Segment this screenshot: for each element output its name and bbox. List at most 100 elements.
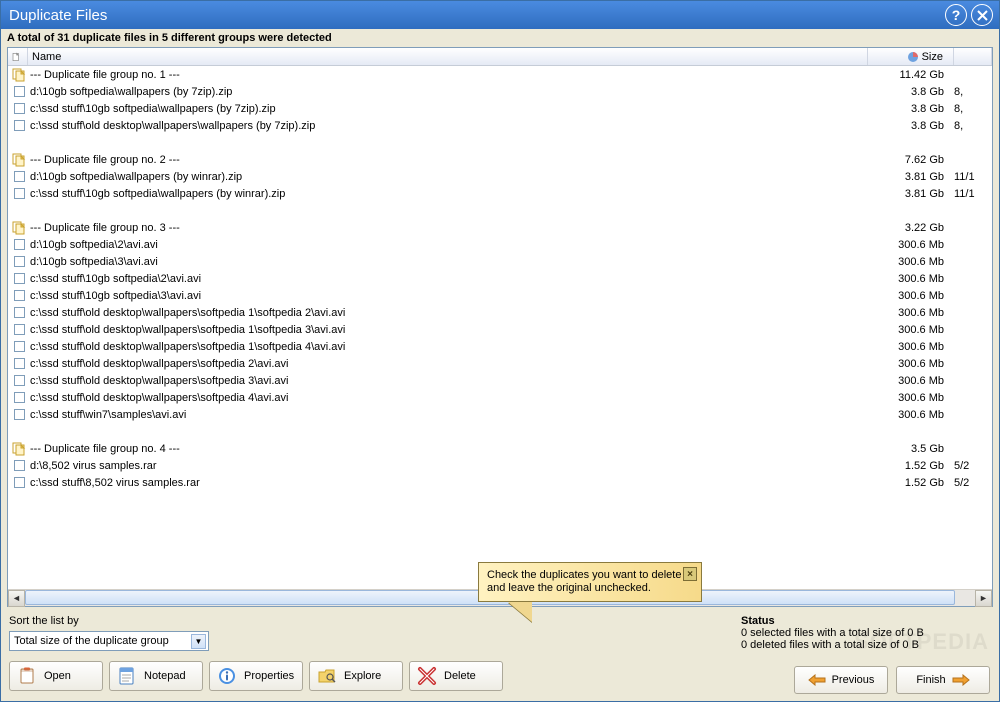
sort-value: Total size of the duplicate group bbox=[14, 635, 169, 647]
column-header-icon[interactable] bbox=[8, 48, 28, 65]
file-size: 300.6 Mb bbox=[868, 239, 954, 251]
group-header-row[interactable]: --- Duplicate file group no. 4 ---3.5 Gb bbox=[8, 440, 992, 457]
explore-button[interactable]: Explore bbox=[309, 661, 403, 691]
file-checkbox[interactable] bbox=[10, 341, 28, 352]
file-checkbox[interactable] bbox=[10, 477, 28, 488]
file-row[interactable]: c:\ssd stuff\old desktop\wallpapers\soft… bbox=[8, 372, 992, 389]
file-checkbox[interactable] bbox=[10, 86, 28, 97]
file-date: 5/2 bbox=[954, 477, 992, 489]
file-row[interactable]: c:\ssd stuff\10gb softpedia\2\avi.avi300… bbox=[8, 270, 992, 287]
file-size: 3.5 Gb bbox=[868, 443, 954, 455]
help-button[interactable]: ? bbox=[945, 4, 967, 26]
column-header-size[interactable]: Size bbox=[868, 48, 954, 65]
file-row[interactable]: c:\ssd stuff\win7\samples\avi.avi300.6 M… bbox=[8, 406, 992, 423]
group-name: --- Duplicate file group no. 1 --- bbox=[28, 69, 868, 81]
scroll-right-button[interactable]: ► bbox=[975, 590, 992, 607]
summary-text: A total of 31 duplicate files in 5 diffe… bbox=[1, 29, 999, 47]
file-row[interactable]: c:\ssd stuff\old desktop\wallpapers\soft… bbox=[8, 389, 992, 406]
file-checkbox[interactable] bbox=[10, 409, 28, 420]
file-checkbox[interactable] bbox=[10, 392, 28, 403]
file-checkbox[interactable] bbox=[10, 290, 28, 301]
file-checkbox[interactable] bbox=[10, 307, 28, 318]
file-path: c:\ssd stuff\10gb softpedia\2\avi.avi bbox=[28, 273, 868, 285]
watermark: SOFTPEDIA bbox=[854, 629, 989, 655]
file-size: 300.6 Mb bbox=[868, 307, 954, 319]
file-row[interactable]: c:\ssd stuff\8,502 virus samples.rar1.52… bbox=[8, 474, 992, 491]
file-row[interactable]: d:\8,502 virus samples.rar1.52 Gb5/2 bbox=[8, 457, 992, 474]
finish-button[interactable]: Finish bbox=[896, 666, 990, 694]
file-size: 300.6 Mb bbox=[868, 324, 954, 336]
file-date: 8, bbox=[954, 120, 992, 132]
file-path: d:\8,502 virus samples.rar bbox=[28, 460, 868, 472]
file-path: c:\ssd stuff\10gb softpedia\wallpapers (… bbox=[28, 188, 868, 200]
file-row[interactable]: c:\ssd stuff\old desktop\wallpapers\wall… bbox=[8, 117, 992, 134]
scroll-left-button[interactable]: ◄ bbox=[8, 590, 25, 607]
sort-dropdown[interactable]: Total size of the duplicate group ▼ bbox=[9, 631, 209, 651]
tooltip-text: Check the duplicates you want to delete … bbox=[487, 569, 681, 594]
list-body[interactable]: --- Duplicate file group no. 1 ---11.42 … bbox=[8, 66, 992, 589]
file-row[interactable]: c:\ssd stuff\old desktop\wallpapers\soft… bbox=[8, 321, 992, 338]
file-size: 300.6 Mb bbox=[868, 341, 954, 353]
file-size: 3.81 Gb bbox=[868, 171, 954, 183]
file-checkbox[interactable] bbox=[10, 273, 28, 284]
file-row[interactable]: d:\10gb softpedia\wallpapers (by 7zip).z… bbox=[8, 83, 992, 100]
file-path: c:\ssd stuff\old desktop\wallpapers\soft… bbox=[28, 324, 868, 336]
previous-button[interactable]: Previous bbox=[794, 666, 888, 694]
file-row[interactable]: c:\ssd stuff\10gb softpedia\wallpapers (… bbox=[8, 100, 992, 117]
file-size: 300.6 Mb bbox=[868, 290, 954, 302]
delete-x-icon bbox=[416, 665, 438, 687]
wizard-buttons: Previous Finish bbox=[794, 666, 990, 694]
properties-button[interactable]: Properties bbox=[209, 661, 303, 691]
group-header-row[interactable]: --- Duplicate file group no. 2 ---7.62 G… bbox=[8, 151, 992, 168]
file-size: 7.62 Gb bbox=[868, 154, 954, 166]
group-header-row[interactable]: --- Duplicate file group no. 1 ---11.42 … bbox=[8, 66, 992, 83]
open-button[interactable]: Open bbox=[9, 661, 103, 691]
file-checkbox[interactable] bbox=[10, 103, 28, 114]
group-header-row[interactable]: --- Duplicate file group no. 3 ---3.22 G… bbox=[8, 219, 992, 236]
column-headers: Name Size bbox=[8, 48, 992, 66]
file-row[interactable]: d:\10gb softpedia\3\avi.avi300.6 Mb bbox=[8, 253, 992, 270]
file-row[interactable]: c:\ssd stuff\10gb softpedia\3\avi.avi300… bbox=[8, 287, 992, 304]
blank-row bbox=[8, 423, 992, 440]
file-checkbox[interactable] bbox=[10, 324, 28, 335]
file-size: 3.81 Gb bbox=[868, 188, 954, 200]
file-path: c:\ssd stuff\8,502 virus samples.rar bbox=[28, 477, 868, 489]
file-date: 8, bbox=[954, 103, 992, 115]
file-path: c:\ssd stuff\old desktop\wallpapers\soft… bbox=[28, 358, 868, 370]
file-path: c:\ssd stuff\10gb softpedia\wallpapers (… bbox=[28, 103, 868, 115]
pie-icon bbox=[907, 51, 919, 63]
file-checkbox[interactable] bbox=[10, 120, 28, 131]
notepad-button[interactable]: Notepad bbox=[109, 661, 203, 691]
file-checkbox[interactable] bbox=[10, 188, 28, 199]
file-row[interactable]: c:\ssd stuff\old desktop\wallpapers\soft… bbox=[8, 304, 992, 321]
file-size: 3.8 Gb bbox=[868, 86, 954, 98]
clipboard-icon bbox=[16, 665, 38, 687]
file-checkbox[interactable] bbox=[10, 171, 28, 182]
file-size: 300.6 Mb bbox=[868, 256, 954, 268]
group-name: --- Duplicate file group no. 3 --- bbox=[28, 222, 868, 234]
file-row[interactable]: d:\10gb softpedia\2\avi.avi300.6 Mb bbox=[8, 236, 992, 253]
file-checkbox[interactable] bbox=[10, 460, 28, 471]
tooltip-close-button[interactable]: × bbox=[683, 567, 697, 581]
file-checkbox[interactable] bbox=[10, 256, 28, 267]
group-icon bbox=[10, 442, 28, 456]
file-row[interactable]: d:\10gb softpedia\wallpapers (by winrar)… bbox=[8, 168, 992, 185]
file-checkbox[interactable] bbox=[10, 358, 28, 369]
file-row[interactable]: c:\ssd stuff\10gb softpedia\wallpapers (… bbox=[8, 185, 992, 202]
file-size: 1.52 Gb bbox=[868, 477, 954, 489]
blank-row bbox=[8, 134, 992, 151]
file-size: 300.6 Mb bbox=[868, 392, 954, 404]
file-size: 3.8 Gb bbox=[868, 103, 954, 115]
file-checkbox[interactable] bbox=[10, 375, 28, 386]
file-date: 5/2 bbox=[954, 460, 992, 472]
file-date: 11/1 bbox=[954, 188, 992, 200]
file-row[interactable]: c:\ssd stuff\old desktop\wallpapers\soft… bbox=[8, 355, 992, 372]
delete-button[interactable]: Delete bbox=[409, 661, 503, 691]
close-button[interactable] bbox=[971, 4, 993, 26]
file-path: c:\ssd stuff\old desktop\wallpapers\soft… bbox=[28, 307, 868, 319]
column-header-date[interactable] bbox=[954, 48, 992, 65]
column-header-name[interactable]: Name bbox=[28, 48, 868, 65]
file-row[interactable]: c:\ssd stuff\old desktop\wallpapers\soft… bbox=[8, 338, 992, 355]
file-size: 11.42 Gb bbox=[868, 69, 954, 81]
file-checkbox[interactable] bbox=[10, 239, 28, 250]
